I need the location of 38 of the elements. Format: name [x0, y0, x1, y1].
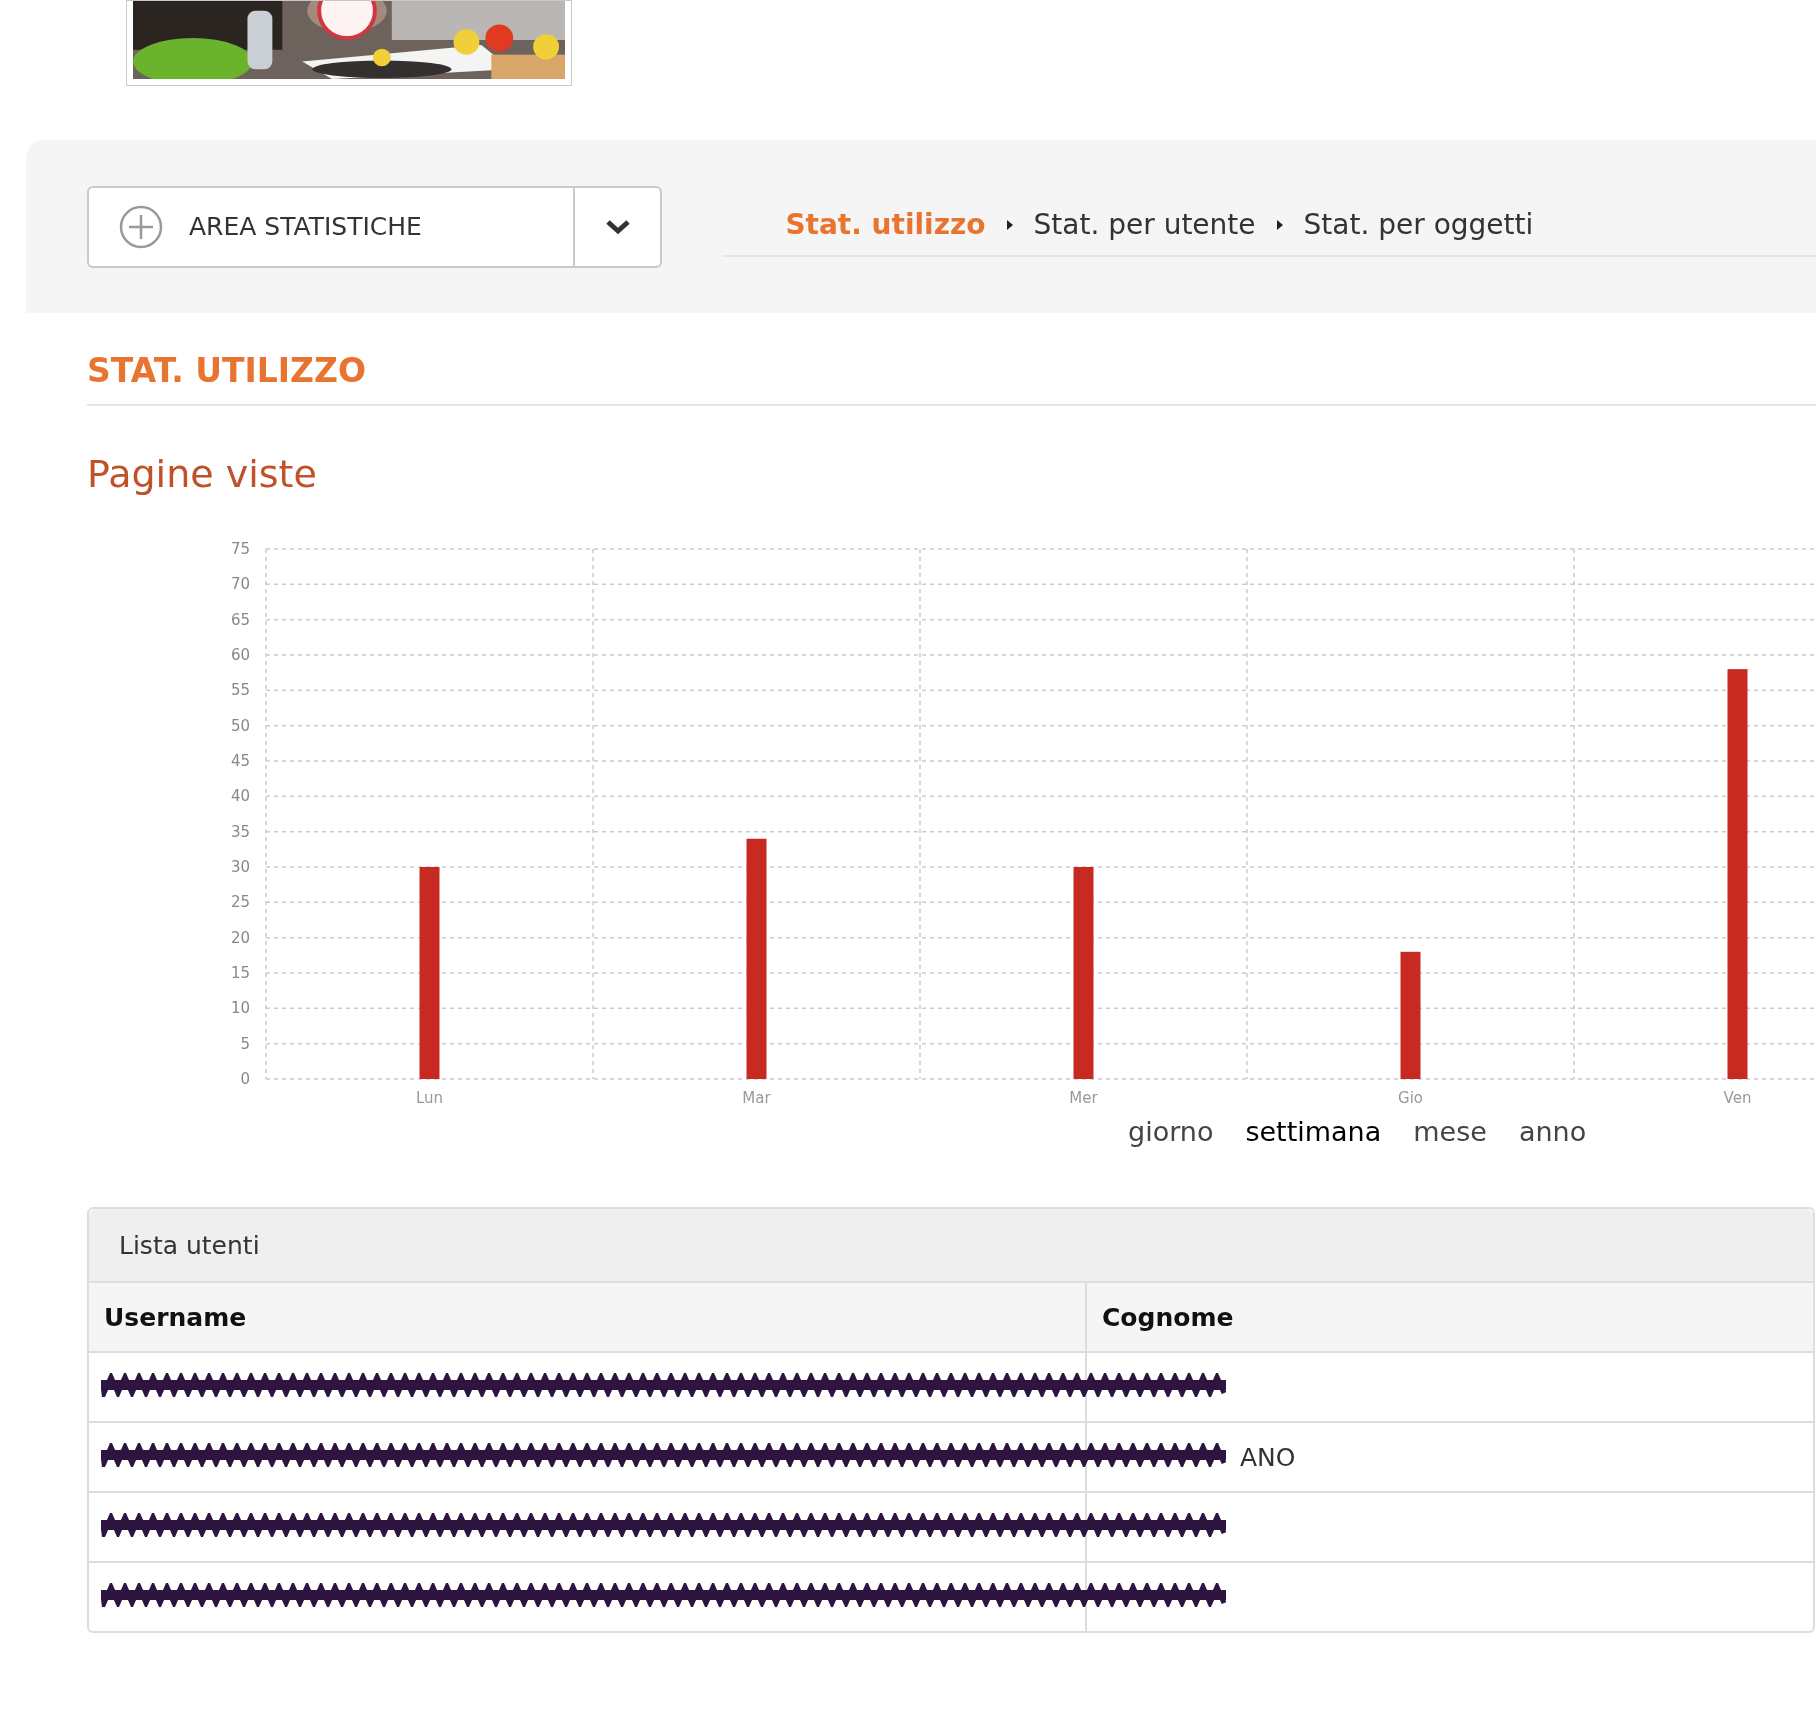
period-tab[interactable]: mese — [1407, 1112, 1493, 1151]
y-axis-label: 50 — [230, 716, 250, 735]
y-axis-label: 55 — [230, 681, 250, 700]
triangle-right-icon — [1005, 218, 1014, 231]
breadcrumb-link[interactable]: Stat. per oggetti — [1303, 208, 1534, 241]
y-axis-label: 15 — [230, 964, 250, 982]
period-tab[interactable]: settimana — [1239, 1112, 1388, 1151]
panel-header: Lista utenti — [89, 1209, 1813, 1283]
plus-circle-icon — [119, 204, 163, 249]
y-axis-label: 45 — [230, 752, 250, 770]
breadcrumb-link[interactable]: Stat. per utente — [1033, 208, 1256, 241]
x-axis-label: Gio — [1398, 1089, 1423, 1106]
y-axis-label: 35 — [230, 822, 250, 841]
x-axis-label: Mar — [742, 1089, 771, 1106]
section-title: STAT. UTILIZZO — [87, 351, 1816, 406]
chart-title: Pagine viste — [87, 452, 318, 496]
y-axis-label: 75 — [230, 540, 250, 558]
y-axis-label: 65 — [230, 610, 250, 629]
table-cell-text: ANO — [1239, 1442, 1296, 1472]
y-axis-label: 25 — [230, 893, 250, 912]
y-axis-label: 30 — [230, 858, 250, 876]
period-tab[interactable]: anno — [1512, 1112, 1593, 1151]
y-axis-label: 60 — [230, 646, 250, 664]
y-axis-label: 0 — [240, 1070, 250, 1088]
y-axis-label: 5 — [240, 1034, 250, 1053]
area-dropdown[interactable]: AREA STATISTICHE — [87, 185, 663, 268]
y-axis-label: 10 — [230, 999, 250, 1018]
x-axis-label: Lun — [415, 1089, 444, 1106]
period-tab[interactable]: giorno — [1122, 1112, 1220, 1151]
x-axis-label: Mer — [1069, 1089, 1098, 1106]
column-header: Username — [89, 1283, 1086, 1352]
column-header: Cognome — [1086, 1283, 1813, 1352]
y-axis-label: 70 — [230, 575, 250, 594]
triangle-right-icon — [1275, 218, 1284, 231]
y-axis-label: 40 — [230, 787, 250, 806]
chevron-down-icon — [605, 218, 630, 235]
y-axis-label: 20 — [230, 928, 250, 947]
x-axis-label: Ven — [1723, 1089, 1752, 1106]
